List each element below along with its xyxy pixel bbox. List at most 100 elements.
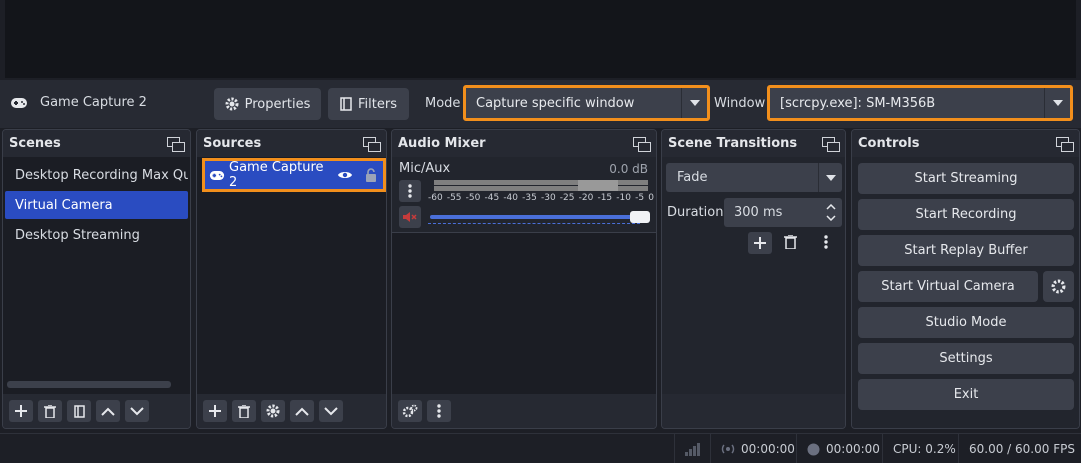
undock-icon[interactable] <box>633 136 651 152</box>
move-source-up-button[interactable] <box>290 400 314 422</box>
start-replay-buffer-button[interactable]: Start Replay Buffer <box>858 235 1074 266</box>
mixer-body: Mic/Aux 0.0 dB -60 -55 -50 -45 -40 -35 -30 -25-… <box>392 157 656 394</box>
controls-title: Controls <box>858 136 920 151</box>
signal-bars-icon <box>685 443 700 456</box>
kebab-icon <box>437 404 441 418</box>
scenes-title: Scenes <box>9 136 61 151</box>
controls-body: Start Streaming Start Recording Start Re… <box>852 157 1079 428</box>
source-item[interactable]: Game Capture 2 <box>202 158 386 192</box>
record-time: 00:00:00 <box>826 442 880 456</box>
duration-spinbox[interactable]: 300 ms <box>724 198 842 227</box>
context-source: Game Capture 2 <box>10 95 147 110</box>
scene-filters-button[interactable] <box>67 400 91 422</box>
move-scene-up-button[interactable] <box>96 400 120 422</box>
meter-tick-label: -15 <box>597 193 613 203</box>
chevron-up-icon <box>101 407 115 416</box>
mode-select[interactable]: Capture specific window <box>463 85 710 121</box>
mixer-settings-button[interactable] <box>398 400 422 422</box>
meter-tick-label: -45 <box>484 193 500 203</box>
horizontal-scrollbar[interactable] <box>7 381 171 388</box>
scene-item-active[interactable]: Virtual Camera <box>5 191 188 219</box>
meter-ticks: -60 -55 -50 -45 -40 -35 -30 -25 -20 -15 -10 -5 0 <box>428 193 654 205</box>
meter-tick-label: -20 <box>578 193 594 203</box>
move-source-down-button[interactable] <box>319 400 343 422</box>
transitions-footer <box>662 394 845 428</box>
meter-tick-label: -40 <box>503 193 519 203</box>
controls-dock: Controls Start Streaming Start Recording… <box>851 129 1080 429</box>
undock-icon[interactable] <box>167 136 185 152</box>
transitions-body: Fade Duration 300 ms <box>662 157 845 394</box>
remove-scene-button[interactable] <box>38 400 62 422</box>
slider-ticks <box>428 223 640 227</box>
trash-icon <box>44 404 56 418</box>
plus-icon <box>754 237 766 249</box>
mode-label: Mode <box>425 96 461 111</box>
audio-mixer-title: Audio Mixer <box>398 136 486 151</box>
meter-tick-label: -25 <box>559 193 575 203</box>
start-streaming-button[interactable]: Start Streaming <box>858 163 1074 194</box>
add-transition-button[interactable] <box>748 232 772 254</box>
gamepad-icon <box>11 97 27 108</box>
chevron-down-icon <box>324 406 338 415</box>
cpu-usage: CPU: 0.2% <box>882 434 959 463</box>
record-time-segment: 00:00:00 <box>796 434 884 463</box>
scenes-list: Desktop Recording Max Quality Virtual Ca… <box>3 157 190 394</box>
gamepad-icon <box>209 170 225 180</box>
stream-time-segment: 00:00:00 <box>710 434 796 463</box>
sources-toolbar <box>197 394 386 428</box>
undock-icon[interactable] <box>1056 136 1074 152</box>
fps-display: 60.00 / 60.00 FPS <box>958 434 1081 463</box>
source-properties-button[interactable] <box>261 400 285 422</box>
scene-transitions-title: Scene Transitions <box>668 136 798 151</box>
volume-slider[interactable] <box>430 215 640 219</box>
channel-name: Mic/Aux <box>399 161 451 176</box>
gears-icon <box>402 404 418 418</box>
gear-icon <box>266 404 280 418</box>
eye-icon[interactable] <box>337 169 353 181</box>
remove-source-button[interactable] <box>232 400 256 422</box>
studio-mode-button[interactable]: Studio Mode <box>858 307 1074 338</box>
meter-tick-label: -5 <box>635 193 645 203</box>
chevron-up-icon[interactable] <box>826 203 836 210</box>
virtual-camera-settings-button[interactable] <box>1043 271 1074 302</box>
source-item-label: Game Capture 2 <box>229 160 324 190</box>
meter-tick-label: 0 <box>648 193 654 203</box>
preview-area[interactable] <box>5 0 1076 78</box>
stream-time: 00:00:00 <box>741 442 795 456</box>
scene-item[interactable]: Desktop Streaming <box>5 221 188 249</box>
meter-tick-label: -30 <box>540 193 556 203</box>
meter-tick-label: -55 <box>446 193 462 203</box>
mute-button[interactable] <box>399 206 421 228</box>
remove-transition-button[interactable] <box>784 234 797 253</box>
mixer-menu-button[interactable] <box>427 400 451 422</box>
start-virtual-camera-button[interactable]: Start Virtual Camera <box>858 271 1038 302</box>
trash-icon <box>238 404 250 418</box>
window-select[interactable]: [scrcpy.exe]: SM-M356B <box>767 85 1073 121</box>
exit-button[interactable]: Exit <box>858 379 1074 410</box>
status-bar: 00:00:00 00:00:00 CPU: 0.2% 60.00 / 60.0… <box>0 433 1081 463</box>
settings-button[interactable]: Settings <box>858 343 1074 374</box>
chevron-down-icon <box>681 88 707 118</box>
sources-title: Sources <box>203 136 262 151</box>
gear-icon <box>225 97 239 111</box>
transition-select[interactable]: Fade <box>666 163 842 192</box>
transition-menu-button[interactable] <box>824 235 828 253</box>
undock-icon[interactable] <box>363 136 381 152</box>
undock-icon[interactable] <box>822 136 840 152</box>
sources-dock: Sources Game Capture 2 <box>196 129 387 429</box>
add-scene-button[interactable] <box>9 400 33 422</box>
meter-tick-label: -50 <box>465 193 481 203</box>
channel-level: 0.0 dB <box>609 162 648 176</box>
filters-button[interactable]: Filters <box>328 88 409 120</box>
chevron-down-icon[interactable] <box>826 215 836 222</box>
move-scene-down-button[interactable] <box>125 400 149 422</box>
lock-icon[interactable] <box>365 168 377 182</box>
scene-item[interactable]: Desktop Recording Max Quality <box>5 161 188 189</box>
channel-menu-button[interactable] <box>399 180 421 202</box>
volume-slider-handle[interactable] <box>630 211 650 223</box>
volume-meter <box>434 180 648 192</box>
plus-icon <box>209 405 221 417</box>
add-source-button[interactable] <box>203 400 227 422</box>
start-recording-button[interactable]: Start Recording <box>858 199 1074 230</box>
properties-button[interactable]: Properties <box>214 88 321 120</box>
